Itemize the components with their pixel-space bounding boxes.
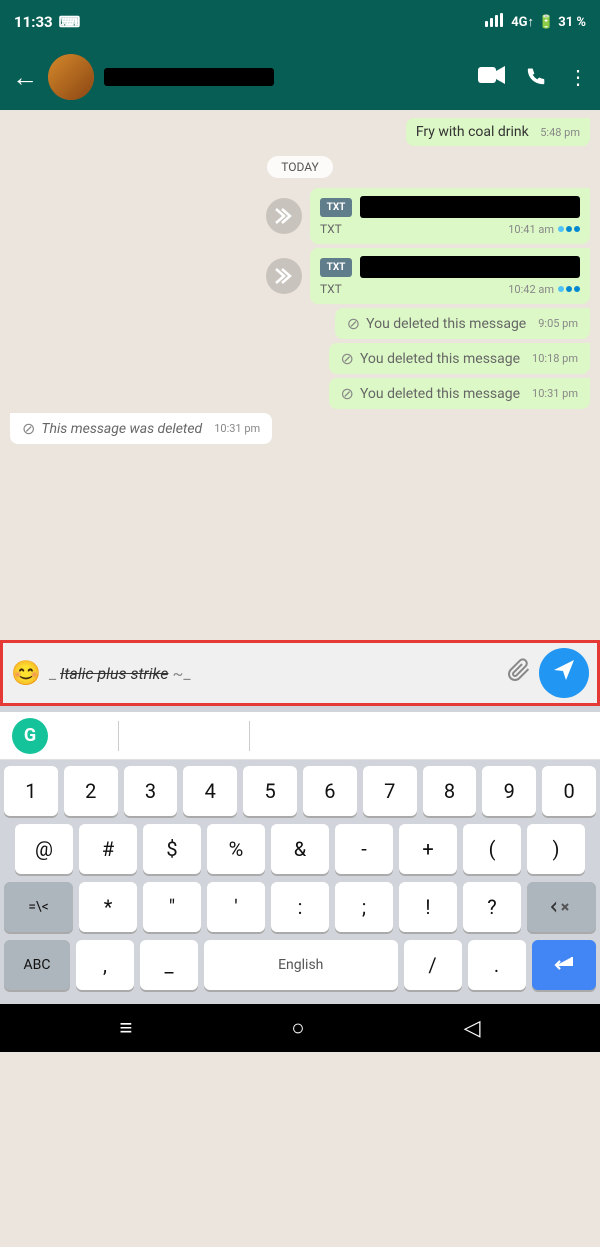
forward-icon-2[interactable]: [266, 258, 302, 294]
key-space[interactable]: English: [204, 940, 398, 990]
message-input-bar: 😊 _ Italic plus strike ~_: [0, 640, 600, 706]
input-italic-text: Italic plus strike: [60, 664, 168, 683]
key-quote[interactable]: ": [143, 882, 201, 932]
key-hash[interactable]: #: [79, 824, 137, 874]
key-underscore[interactable]: _: [140, 940, 198, 990]
number-row: 1 2 3 4 5 6 7 8 9 0: [4, 766, 596, 816]
key-plus[interactable]: +: [399, 824, 457, 874]
key-4[interactable]: 4: [183, 766, 237, 816]
send-button[interactable]: [539, 648, 589, 698]
key-0[interactable]: 0: [542, 766, 596, 816]
deleted-icon-1: ⊘: [347, 314, 360, 333]
chat-header: ← ⋮: [0, 44, 600, 110]
key-ampersand[interactable]: &: [271, 824, 329, 874]
file-bubble-1[interactable]: TXT TXT 10:41 am: [310, 188, 590, 244]
deleted-msg-3: ⊘ You deleted this message 10:31 pm: [329, 378, 590, 409]
send-icon: [552, 658, 576, 688]
key-minus[interactable]: -: [335, 824, 393, 874]
key-colon[interactable]: :: [271, 882, 329, 932]
deleted-msg-1: ⊘ You deleted this message 9:05 pm: [335, 308, 590, 339]
grammarly-bar: G: [0, 712, 600, 760]
key-open-paren[interactable]: (: [463, 824, 521, 874]
status-icons: 4G↑ 🔋 31 %: [485, 13, 586, 31]
deleted-msg-received: ⊘ This message was deleted 10:31 pm: [10, 413, 272, 444]
key-question[interactable]: ?: [463, 882, 521, 932]
status-time: 11:33 ⌨: [14, 13, 80, 31]
emoji-button[interactable]: 😊: [11, 659, 41, 687]
key-dot[interactable]: .: [468, 940, 526, 990]
key-semicolon[interactable]: ;: [335, 882, 393, 932]
keyboard-rows: 1 2 3 4 5 6 7 8 9 0 @ # $ % & - + ( ) =\…: [0, 760, 600, 1004]
deleted-icon-received: ⊘: [22, 419, 35, 438]
file-name-bar-1: [360, 196, 580, 218]
time-display: 11:33: [14, 13, 53, 31]
keyboard: G 1 2 3 4 5 6 7 8 9 0 @ # $ % & - + (: [0, 706, 600, 1004]
attach-button[interactable]: [507, 658, 531, 688]
symbol-row-2: =\< * " ' : ; ! ?: [4, 882, 596, 932]
file-meta-1: TXT 10:41 am: [320, 222, 580, 236]
file-name-bar-2: [360, 256, 580, 278]
key-9[interactable]: 9: [482, 766, 536, 816]
network-type: 4G↑: [511, 14, 534, 30]
keyboard-icon: ⌨: [59, 13, 81, 31]
contact-avatar[interactable]: [48, 54, 94, 100]
file-message-1: TXT TXT 10:41 am: [266, 188, 590, 244]
forward-icon-1[interactable]: [266, 198, 302, 234]
file-meta-2: TXT 10:42 am: [320, 282, 580, 296]
key-2[interactable]: 2: [64, 766, 118, 816]
key-exclaim[interactable]: !: [399, 882, 457, 932]
old-msg-time: 5:48 pm: [540, 126, 580, 139]
deleted-msg-2: ⊘ You deleted this message 10:18 pm: [329, 343, 590, 374]
key-asterisk[interactable]: *: [79, 882, 137, 932]
date-badge: TODAY: [267, 156, 333, 178]
nav-back-icon[interactable]: ◁: [464, 1016, 481, 1041]
old-message: Fry with coal drink 5:48 pm: [406, 118, 590, 146]
back-button[interactable]: ←: [12, 62, 38, 93]
divider-2: [249, 721, 250, 751]
video-call-icon[interactable]: [478, 65, 506, 90]
key-dollar[interactable]: $: [143, 824, 201, 874]
more-options-icon[interactable]: ⋮: [568, 65, 588, 89]
contact-name[interactable]: [104, 68, 468, 86]
message-input-display[interactable]: _ Italic plus strike ~_: [49, 664, 499, 683]
deleted-icon-2: ⊘: [341, 349, 354, 368]
key-6[interactable]: 6: [303, 766, 357, 816]
old-msg-text: Fry with coal drink: [416, 124, 529, 140]
header-action-icons: ⋮: [478, 64, 588, 91]
key-percent[interactable]: %: [207, 824, 265, 874]
key-7[interactable]: 7: [363, 766, 417, 816]
key-3[interactable]: 3: [124, 766, 178, 816]
txt-icon-1: TXT: [320, 198, 352, 217]
status-bar: 11:33 ⌨ 4G↑ 🔋 31 %: [0, 0, 600, 44]
key-abc[interactable]: ABC: [4, 940, 70, 990]
battery-level: 31 %: [558, 15, 586, 30]
deleted-icon-3: ⊘: [341, 384, 354, 403]
file-message-2: TXT TXT 10:42 am: [266, 248, 590, 304]
key-5[interactable]: 5: [243, 766, 297, 816]
nav-home-icon[interactable]: ○: [291, 1015, 304, 1041]
key-comma[interactable]: ,: [76, 940, 134, 990]
chat-messages: Fry with coal drink 5:48 pm TODAY TXT TX…: [0, 110, 600, 640]
battery-icon: 🔋: [538, 15, 554, 30]
key-apostrophe[interactable]: ': [207, 882, 265, 932]
key-close-paren[interactable]: ): [527, 824, 585, 874]
nav-menu-icon[interactable]: ≡: [119, 1015, 132, 1041]
symbol-row-1: @ # $ % & - + ( ): [4, 824, 596, 874]
key-delete[interactable]: [527, 882, 596, 932]
key-enter[interactable]: [532, 940, 597, 990]
file-bubble-2[interactable]: TXT TXT 10:42 am: [310, 248, 590, 304]
key-special-left[interactable]: =\<: [4, 882, 73, 932]
key-8[interactable]: 8: [423, 766, 477, 816]
key-at[interactable]: @: [15, 824, 73, 874]
voice-call-icon[interactable]: [526, 64, 548, 91]
txt-icon-2: TXT: [320, 258, 352, 277]
signal-icon: [485, 13, 507, 31]
key-1[interactable]: 1: [4, 766, 58, 816]
key-slash[interactable]: /: [404, 940, 462, 990]
grammarly-icon[interactable]: G: [12, 718, 48, 754]
bottom-row: ABC , _ English / .: [4, 940, 596, 990]
nav-bar: ≡ ○ ◁: [0, 1004, 600, 1052]
divider-1: [118, 721, 119, 751]
